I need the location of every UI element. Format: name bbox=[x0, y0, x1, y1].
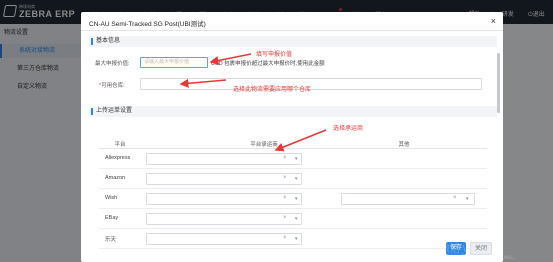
chevron-down-icon: ▼ bbox=[294, 196, 299, 201]
max-price-label: 最大申报价值: bbox=[95, 61, 130, 67]
warehouse-label: *可用仓库: bbox=[99, 83, 125, 89]
other-carrier-select[interactable]: × ▼ bbox=[341, 193, 475, 205]
max-price-hint: USD 包裹申报价超过最大申报价时,使用此金额 bbox=[211, 61, 325, 67]
carrier-select[interactable]: × ▼ bbox=[146, 193, 302, 205]
chevron-down-icon: ▼ bbox=[294, 216, 299, 221]
table-row: Amazon × ▼ bbox=[99, 169, 487, 189]
table-row: Aliexpress × ▼ bbox=[99, 149, 487, 169]
table-row: 乐天 × ▼ bbox=[99, 229, 487, 249]
logistics-settings-modal: CN-AU Semi-Tracked SG Post(UBI测试) × 基本信息… bbox=[81, 12, 503, 262]
table-row: Wish × ▼ × ▼ bbox=[99, 189, 487, 209]
table-row: EBay × ▼ bbox=[99, 209, 487, 229]
clear-icon[interactable]: × bbox=[283, 235, 287, 241]
chevron-down-icon: ▼ bbox=[465, 196, 470, 201]
carrier-select[interactable]: × ▼ bbox=[146, 233, 302, 245]
close-icon[interactable]: × bbox=[491, 16, 496, 26]
header-platform: 平台 bbox=[114, 142, 126, 148]
annotation-warehouse: 选择此物流需要应用哪个仓库 bbox=[233, 87, 312, 93]
max-price-placeholder: 请输入最大申报价值 bbox=[144, 59, 190, 65]
platform-name: EBay bbox=[105, 215, 119, 221]
clear-icon[interactable]: × bbox=[283, 195, 287, 201]
clear-icon[interactable]: × bbox=[283, 155, 287, 161]
platform-name: Amazon bbox=[105, 175, 126, 181]
upload-settings-section: 上传运单设置 bbox=[89, 106, 497, 117]
header-other: 其他 bbox=[398, 142, 410, 148]
modal-scrollbar[interactable] bbox=[497, 53, 500, 113]
annotation-carrier: 选择承运商 bbox=[333, 126, 364, 132]
chevron-down-icon: ▼ bbox=[294, 176, 299, 181]
carrier-select[interactable]: × ▼ bbox=[146, 173, 302, 185]
header-carrier: 平台承运商 bbox=[250, 142, 278, 148]
table-header: 平台 平台承运商 其他 bbox=[99, 137, 487, 149]
chevron-down-icon: ▼ bbox=[294, 236, 299, 241]
basic-info-section: 基本信息 bbox=[89, 36, 497, 47]
carrier-select[interactable]: × ▼ bbox=[146, 153, 302, 165]
platform-name: Aliexpress bbox=[105, 155, 131, 161]
windows-watermark-sub: 转到"设置"以激活 Windows。 bbox=[440, 255, 519, 261]
platform-name: 乐天 bbox=[105, 237, 117, 243]
clear-icon[interactable]: × bbox=[283, 215, 287, 221]
max-price-input[interactable]: 请输入最大申报价值 bbox=[140, 57, 208, 68]
carrier-select[interactable]: × ▼ bbox=[146, 213, 302, 225]
clear-icon[interactable]: × bbox=[453, 195, 457, 201]
clear-icon[interactable]: × bbox=[283, 175, 287, 181]
modal-title: CN-AU Semi-Tracked SG Post(UBI测试) bbox=[89, 21, 206, 28]
modal-header: CN-AU Semi-Tracked SG Post(UBI测试) × bbox=[81, 12, 503, 31]
chevron-down-icon: ▼ bbox=[294, 156, 299, 161]
platform-name: Wish bbox=[105, 195, 118, 201]
annotation-price: 填写申报价值 bbox=[256, 52, 293, 58]
carrier-table: 平台 平台承运商 其他 Aliexpress × ▼ Amazon × ▼ Wi… bbox=[99, 137, 487, 262]
